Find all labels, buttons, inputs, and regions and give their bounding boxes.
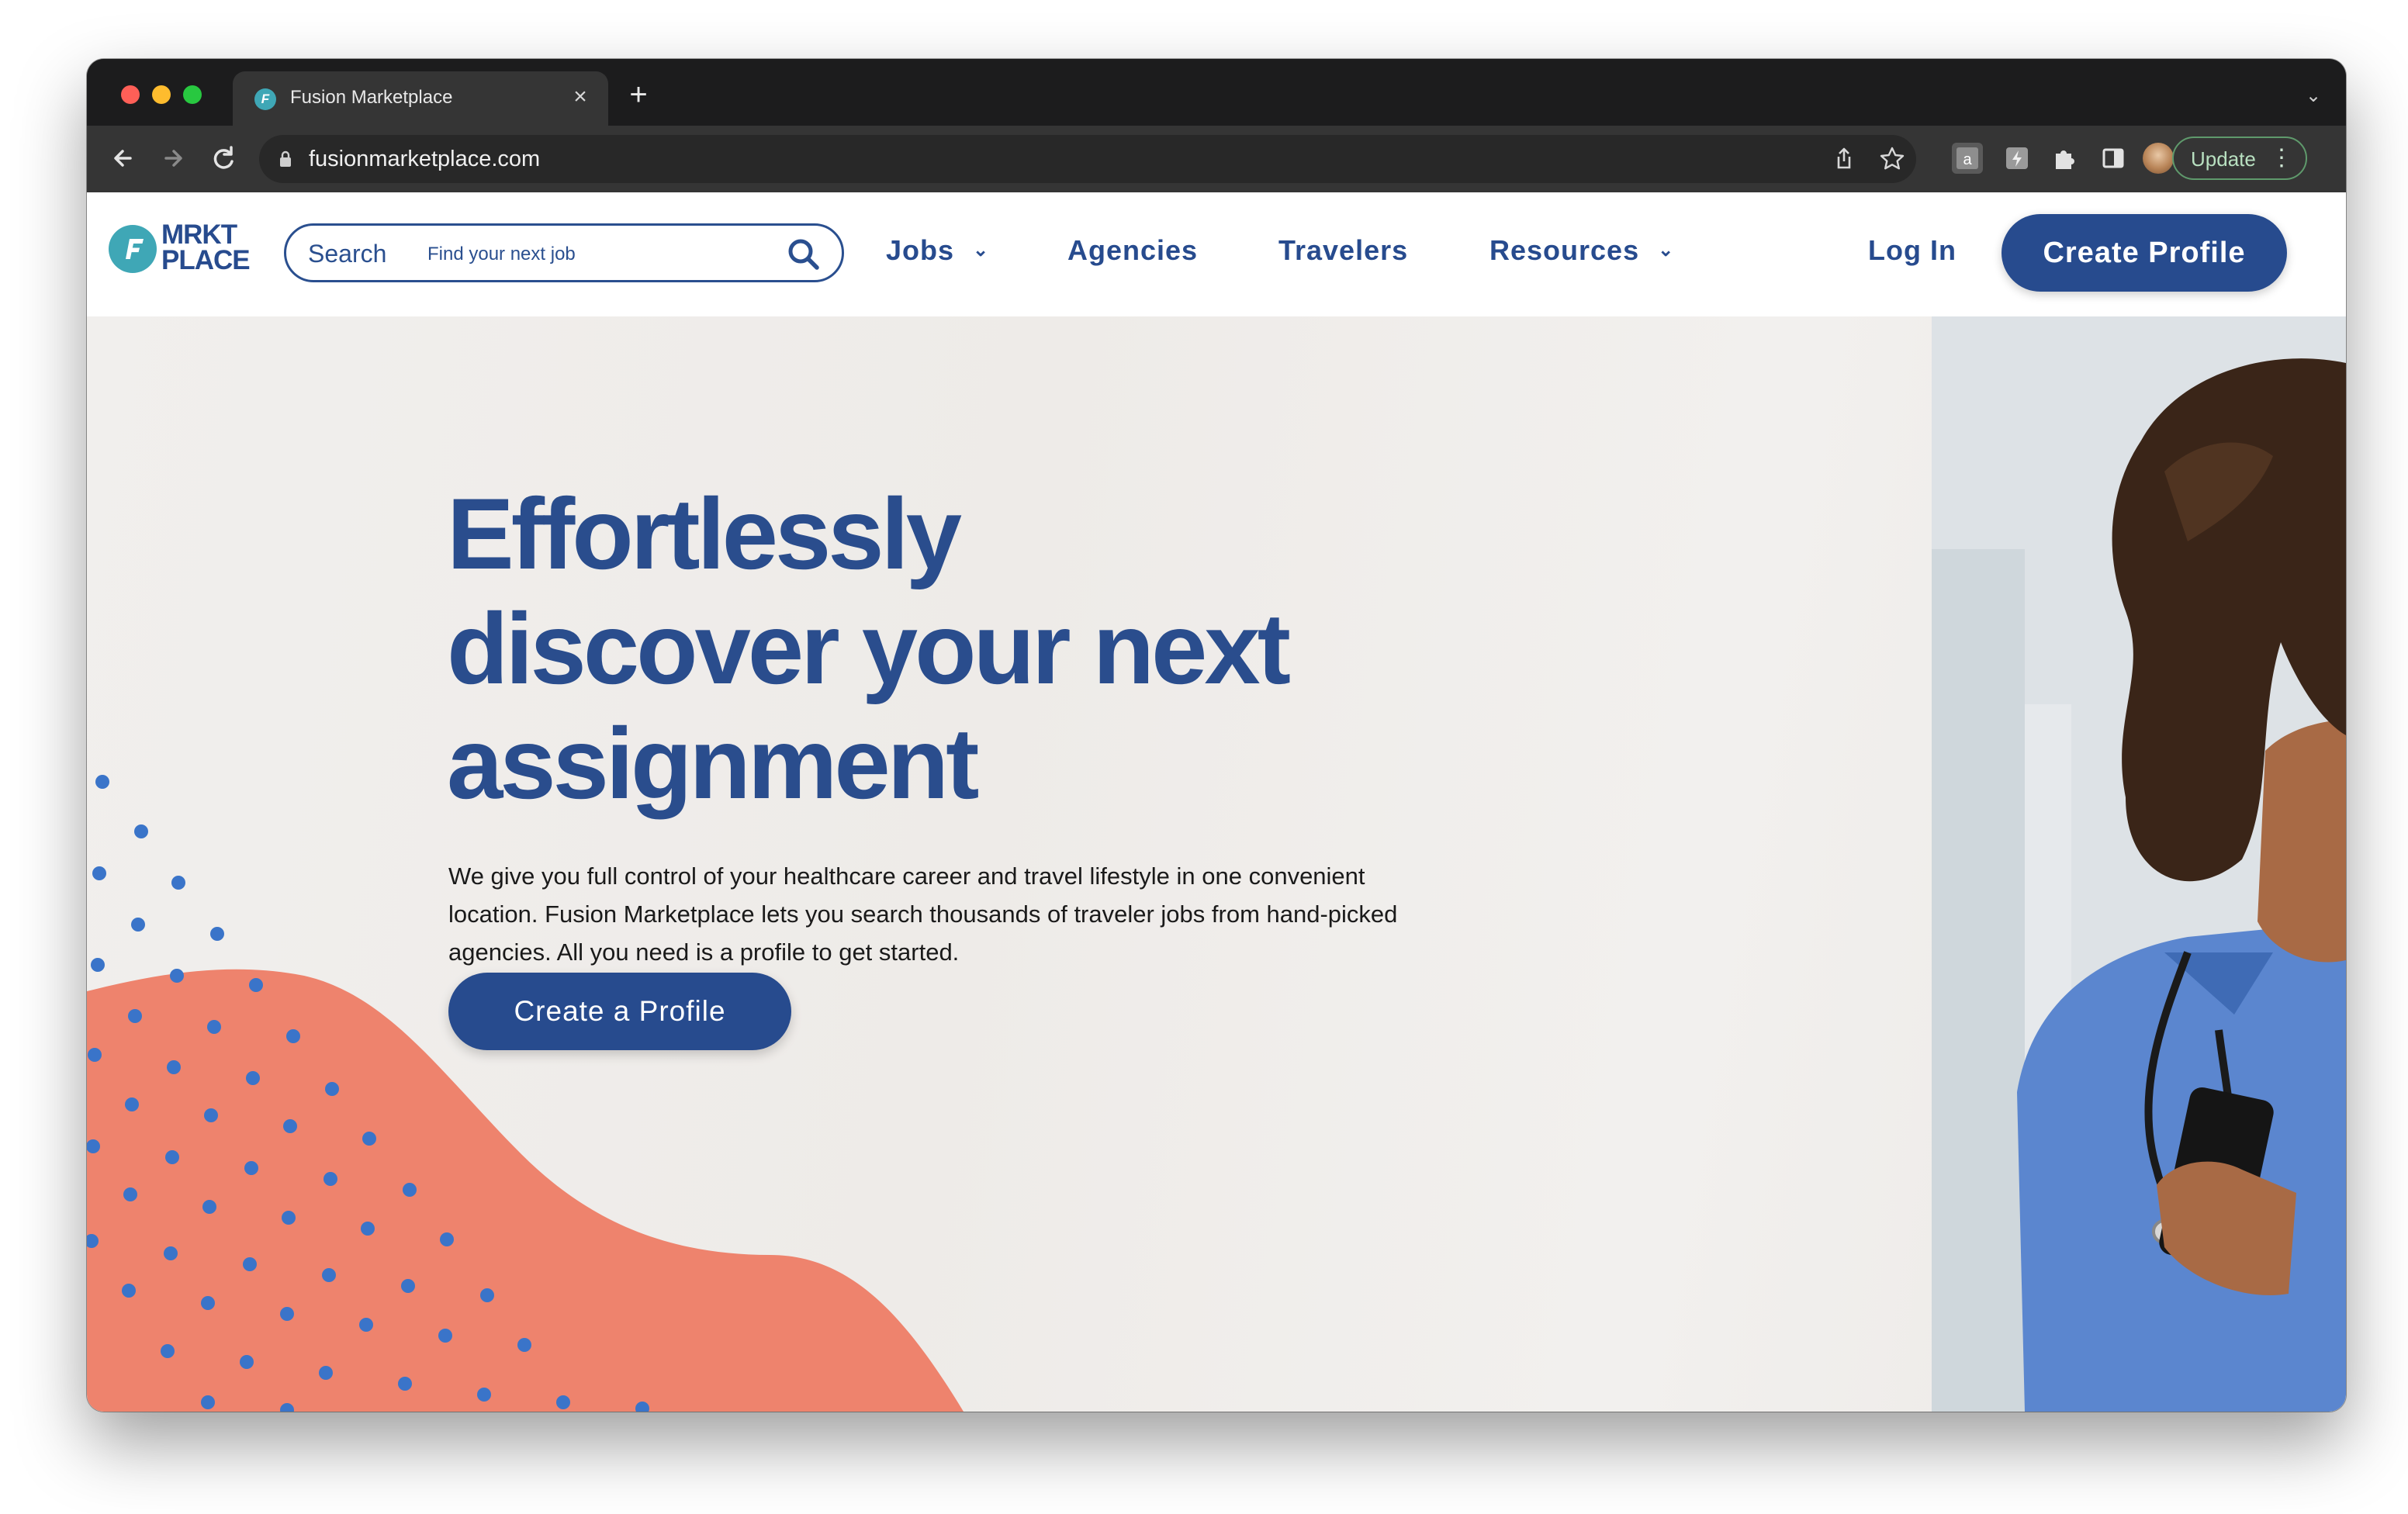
tab-title: Fusion Marketplace xyxy=(290,87,453,108)
bookmark-star-icon[interactable] xyxy=(1877,144,1907,174)
search-input[interactable] xyxy=(426,240,770,269)
zoom-window-button[interactable] xyxy=(183,85,202,104)
nav-resources-label: Resources xyxy=(1489,234,1640,266)
hero-section: Effortlessly discover your next assignme… xyxy=(87,316,2346,1412)
tab-strip: F Fusion Marketplace × + ⌄ xyxy=(87,59,2346,126)
side-panel-icon[interactable] xyxy=(2098,143,2129,174)
nav-travelers[interactable]: Travelers xyxy=(1278,234,1408,267)
hero-title-line-3: assignment xyxy=(447,707,979,820)
tab-fusion-marketplace[interactable]: F Fusion Marketplace × xyxy=(233,71,608,126)
nav-agencies[interactable]: Agencies xyxy=(1067,234,1198,267)
url-text: fusionmarketplace.com xyxy=(309,147,541,171)
new-tab-button[interactable]: + xyxy=(622,79,655,112)
logo-line-1: MRKT xyxy=(161,219,237,250)
nav-resources[interactable]: Resources ⌄ xyxy=(1489,234,1674,267)
nurse-photo xyxy=(1932,316,2346,1412)
nav-jobs-label: Jobs xyxy=(886,234,955,266)
profile-avatar[interactable] xyxy=(2143,143,2174,174)
hero-title-line-1: Effortlessly xyxy=(447,477,962,590)
browser-toolbar: fusionmarketplace.com a Update ⋮ xyxy=(87,126,2346,192)
update-button[interactable]: Update ⋮ xyxy=(2172,137,2307,180)
fusion-favicon-icon: F xyxy=(254,88,276,110)
search-icon[interactable] xyxy=(786,237,822,272)
nav-jobs[interactable]: Jobs ⌄ xyxy=(886,234,989,267)
close-tab-icon[interactable]: × xyxy=(566,83,594,111)
chevron-down-icon: ⌄ xyxy=(973,240,990,261)
extensions-puzzle-icon[interactable] xyxy=(2048,143,2079,174)
fusion-logo-icon[interactable] xyxy=(109,225,157,273)
hero-title: Effortlessly discover your next assignme… xyxy=(447,476,1455,821)
login-link[interactable]: Log In xyxy=(1868,234,1956,267)
create-a-profile-button[interactable]: Create a Profile xyxy=(448,973,791,1050)
logo-line-2: PLACE xyxy=(161,245,251,275)
close-window-button[interactable] xyxy=(121,85,140,104)
create-profile-button[interactable]: Create Profile xyxy=(2001,214,2287,292)
reload-icon[interactable] xyxy=(206,141,240,175)
minimize-window-button[interactable] xyxy=(152,85,171,104)
web-page: MRKT PLACE Search Jobs ⌄ Agencies Travele… xyxy=(87,192,2346,1412)
search-label: Search xyxy=(308,240,387,268)
update-label: Update xyxy=(2191,147,2256,171)
svg-text:a: a xyxy=(1963,151,1972,168)
browser-window: F Fusion Marketplace × + ⌄ fusionmarketp… xyxy=(87,59,2346,1412)
chevron-down-icon: ⌄ xyxy=(1658,240,1675,261)
share-icon[interactable] xyxy=(1829,144,1859,174)
address-bar[interactable]: fusionmarketplace.com xyxy=(259,135,1916,183)
hero-title-line-2: discover your next xyxy=(447,592,1291,705)
logo-wordmark[interactable]: MRKT PLACE xyxy=(161,219,251,275)
extension-a-icon[interactable]: a xyxy=(1952,143,1983,174)
more-menu-icon[interactable]: ⋮ xyxy=(2270,143,2293,173)
forward-arrow-icon[interactable] xyxy=(157,141,191,175)
tab-search-chevron-icon[interactable]: ⌄ xyxy=(2298,81,2329,112)
site-header: MRKT PLACE Search Jobs ⌄ Agencies Travele… xyxy=(87,192,2346,316)
job-search-bar[interactable]: Search xyxy=(284,223,844,282)
hero-description: We give you full control of your healthc… xyxy=(448,862,1398,966)
extension-bolt-icon[interactable] xyxy=(2001,143,2033,174)
lock-icon xyxy=(280,150,291,167)
back-arrow-icon[interactable] xyxy=(107,141,141,175)
